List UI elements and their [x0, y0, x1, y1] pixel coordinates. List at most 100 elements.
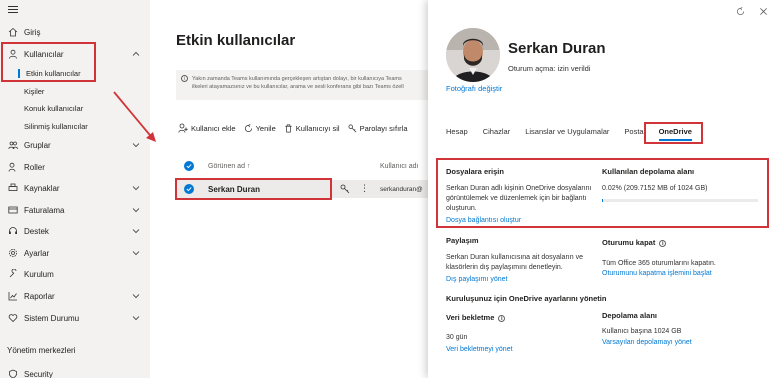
banner-line-2: ilkeleri atayamazsınız ve bu kullanıcıla… — [192, 84, 404, 90]
nav-security-label: Security — [24, 369, 53, 378]
refresh-button[interactable]: Yenile — [244, 123, 276, 133]
nav-reports[interactable]: Raporlar — [0, 287, 150, 305]
sign-out-title: Oturumu kapat — [602, 238, 656, 247]
add-user-button[interactable]: Kullanıcı ekle — [178, 123, 236, 133]
nav-resources[interactable]: Kaynaklar — [0, 179, 150, 197]
sign-in-status: Oturum açma: izin verildi — [508, 64, 591, 73]
nav-health-label: Sistem Durumu — [24, 313, 80, 323]
nav-resources-label: Kaynaklar — [24, 183, 60, 193]
key-icon[interactable] — [340, 184, 350, 194]
home-icon — [8, 27, 18, 37]
reset-password-label: Parolayı sıfırla — [359, 123, 408, 133]
nav-home[interactable]: Giriş — [0, 23, 150, 41]
checkmark-icon — [186, 164, 192, 169]
avatar — [446, 28, 500, 82]
role-icon — [8, 162, 18, 172]
add-user-label: Kullanıcı ekle — [191, 123, 236, 133]
add-user-icon — [178, 123, 188, 133]
info-icon[interactable]: i — [659, 239, 667, 247]
users-toolbar: Kullanıcı ekle Yenile Kullanıcıyı sil Pa… — [178, 123, 408, 133]
chevron-down-icon — [132, 251, 140, 256]
nav-billing[interactable]: Faturalama — [0, 201, 150, 219]
nav-support[interactable]: Destek — [0, 222, 150, 240]
select-all-checkbox[interactable] — [184, 161, 194, 171]
nav-roles-label: Roller — [24, 162, 45, 172]
banner-line-1: Yakın zamanda Teams kullanımında gerçekl… — [192, 76, 402, 82]
tab-mail[interactable]: Posta — [624, 127, 643, 141]
heart-icon — [8, 313, 18, 323]
headset-icon — [8, 226, 18, 236]
groups-icon — [8, 140, 18, 150]
red-arrow-icon — [113, 91, 156, 142]
highlight-onedrive-tab — [644, 122, 703, 144]
storage-space-value: Kullanıcı başına 1024 GB — [602, 328, 682, 335]
page-title: Etkin kullanıcılar — [176, 32, 296, 49]
column-display-name[interactable]: Görünen ad ↑ — [208, 163, 250, 170]
nav-deleted-users[interactable]: Silinmiş kullanıcılar — [24, 122, 88, 131]
highlight-user-row — [175, 178, 332, 200]
close-icon[interactable] — [759, 7, 768, 16]
table-header: Görünen ad ↑ Kullanıcı adı — [176, 158, 428, 174]
row-username: serkanduran@ — [380, 186, 423, 193]
trash-icon — [285, 124, 292, 132]
storage-space-heading: Depolama alanı — [602, 311, 658, 320]
delete-user-label: Kullanıcıyı sil — [295, 123, 340, 133]
org-settings-heading: Kuruluşunuz için OneDrive ayarlarını yön… — [446, 294, 607, 303]
nav-reports-label: Raporlar — [24, 291, 55, 301]
sharing-line-2: klasörlerin dış paylaşımını denetleyin. — [446, 264, 563, 271]
nav-health[interactable]: Sistem Durumu — [0, 309, 150, 327]
nav-security[interactable]: Security — [0, 365, 150, 378]
retention-value: 30 gün — [446, 334, 468, 341]
nav-settings-label: Ayarlar — [24, 248, 50, 258]
panel-controls — [736, 7, 768, 16]
tab-licenses[interactable]: Lisanslar ve Uygulamalar — [525, 127, 609, 141]
nav-guest-users[interactable]: Konuk kullanıcılar — [24, 104, 83, 113]
info-icon[interactable]: i — [498, 314, 506, 322]
nav-settings[interactable]: Ayarlar — [0, 244, 150, 262]
chevron-up-icon — [132, 51, 140, 56]
more-options-icon[interactable]: ⋮ — [360, 183, 369, 194]
highlight-users-nav — [1, 42, 96, 82]
sharing-line-1: Serkan Duran kullanıcısına ait dosyaları… — [446, 254, 583, 261]
teams-notice-banner: i Yakın zamanda Teams kullanımında gerçe… — [176, 70, 428, 100]
delete-user-button[interactable]: Kullanıcıyı sil — [284, 123, 340, 133]
shield-icon — [8, 369, 18, 378]
refresh-icon — [244, 123, 252, 132]
menu-icon[interactable] — [8, 6, 18, 15]
panel-user-name: Serkan Duran — [508, 40, 606, 57]
nav-home-label: Giriş — [24, 27, 41, 37]
chart-icon — [8, 291, 18, 301]
info-icon: i — [181, 75, 188, 82]
key-icon — [348, 124, 356, 132]
nav-contacts[interactable]: Kişiler — [24, 87, 44, 96]
refresh-label: Yenile — [255, 123, 276, 133]
sign-out-heading: Oturumu kapat i — [602, 238, 667, 247]
manage-default-storage-link[interactable]: Varsayılan depolamayı yönet — [602, 339, 692, 346]
retention-title: Veri bekletme — [446, 313, 495, 322]
start-sign-out-link[interactable]: Oturumunu kapatma işlemini başlat — [602, 270, 712, 277]
chevron-down-icon — [132, 294, 140, 299]
reset-password-button[interactable]: Parolayı sıfırla — [348, 123, 408, 133]
manage-external-sharing-link[interactable]: Dış paylaşımı yönet — [446, 276, 507, 283]
tab-account[interactable]: Hesap — [446, 127, 468, 141]
admin-centers-heading: Yönetim merkezleri — [7, 346, 76, 355]
tab-devices[interactable]: Cihazlar — [483, 127, 511, 141]
gear-icon — [8, 248, 18, 258]
chevron-down-icon — [132, 186, 140, 191]
sharing-heading: Paylaşım — [446, 236, 479, 245]
manage-retention-link[interactable]: Veri bekletmeyi yönet — [446, 346, 513, 353]
nav-roles[interactable]: Roller — [0, 158, 150, 176]
nav-setup[interactable]: Kurulum — [0, 265, 150, 283]
nav-support-label: Destek — [24, 226, 49, 236]
change-photo-link[interactable]: Fotoğrafı değiştir — [446, 84, 502, 93]
credit-card-icon — [8, 205, 18, 215]
refresh-icon[interactable] — [736, 7, 745, 16]
sharing-text: Serkan Duran kullanıcısına ait dosyaları… — [446, 253, 583, 273]
nav-setup-label: Kurulum — [24, 269, 54, 279]
wrench-icon — [8, 269, 18, 279]
sign-out-text: Tüm Office 365 oturumlarını kapatın. — [602, 260, 716, 267]
chevron-down-icon — [132, 229, 140, 234]
chevron-down-icon — [132, 316, 140, 321]
nav-billing-label: Faturalama — [24, 205, 65, 215]
column-username[interactable]: Kullanıcı adı — [380, 163, 419, 170]
